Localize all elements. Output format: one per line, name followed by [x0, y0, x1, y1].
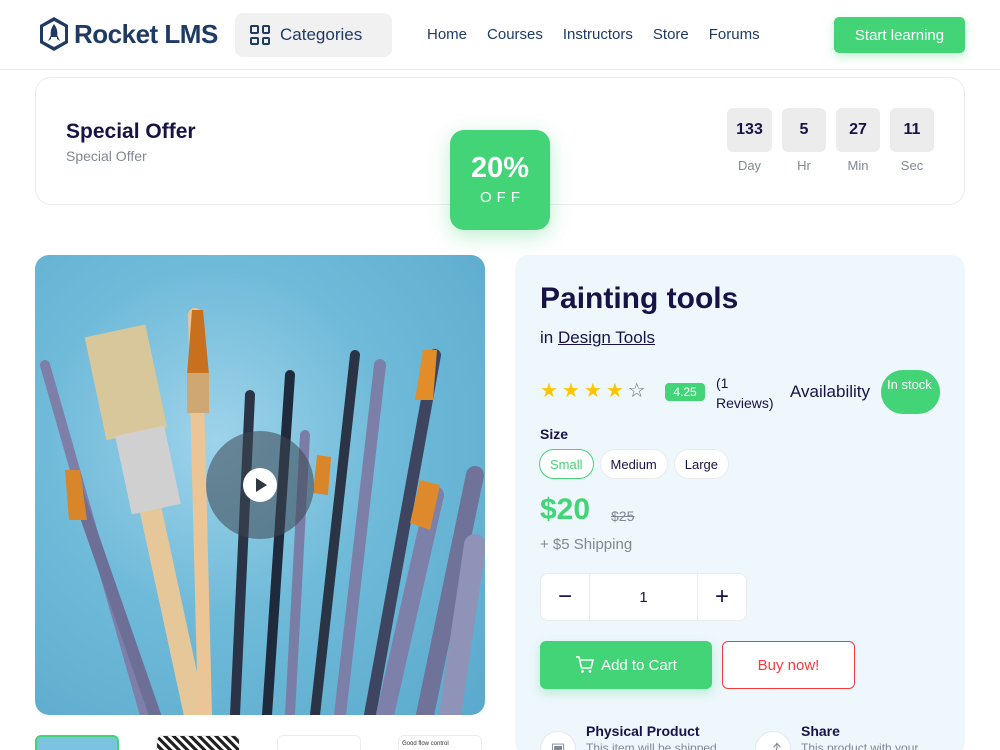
buy-now-button[interactable]: Buy now! — [722, 641, 855, 689]
thumbnail-3[interactable] — [277, 735, 361, 750]
feature-title: Physical Product — [586, 723, 700, 739]
category-link[interactable]: Design Tools — [558, 328, 655, 347]
discount-badge: 20% OFF — [450, 130, 550, 230]
timer-label: Day — [737, 158, 762, 173]
add-to-cart-label: Add to Cart — [601, 656, 677, 674]
categories-button[interactable]: Categories — [235, 13, 392, 57]
timer-second: 11 Sec — [890, 108, 934, 173]
category-prefix: in — [540, 328, 554, 347]
timer-label: Min — [847, 158, 869, 173]
quantity-input[interactable]: 1 — [590, 573, 697, 621]
product-image[interactable] — [35, 255, 485, 715]
rating-stars: ★ ★ ★ ★ ☆ — [540, 381, 646, 401]
decrease-quantity-button[interactable]: − — [540, 573, 590, 621]
thumbnail-4[interactable]: Good flow control — [398, 735, 482, 750]
grid-icon — [250, 25, 270, 45]
box-icon: ▣ — [540, 731, 576, 750]
size-option-large[interactable]: Large — [673, 449, 730, 479]
logo-text: Rocket LMS — [74, 18, 218, 49]
timer-value: 133 — [727, 108, 772, 152]
offer-subtitle: Special Offer — [66, 148, 147, 164]
star-filled-icon: ★ — [605, 380, 624, 402]
nav-courses[interactable]: Courses — [487, 26, 543, 43]
size-options: Small Medium Large — [539, 449, 730, 479]
feature-description: This product with your — [801, 741, 919, 750]
reviews-count[interactable]: (1 Reviews) — [716, 373, 786, 413]
current-price: $20 — [540, 493, 591, 526]
categories-label: Categories — [280, 25, 363, 44]
star-filled-icon: ★ — [540, 380, 558, 402]
add-to-cart-button[interactable]: Add to Cart — [540, 641, 712, 689]
shipping-cost: + $5 Shipping — [540, 536, 633, 553]
top-navbar: Rocket LMS Categories Home Courses Instr… — [0, 0, 1000, 70]
timer-hour: 5 Hr — [782, 108, 826, 173]
product-title: Painting tools — [540, 282, 739, 315]
product-thumbnails: Good flow control — [35, 735, 482, 750]
availability-status-badge: In stock — [881, 370, 940, 414]
logo[interactable]: Rocket LMS — [38, 16, 218, 52]
star-filled-icon: ★ — [561, 380, 580, 402]
share-feature[interactable]: ⤴ Share This product with your — [755, 723, 951, 750]
timer-day: 133 Day — [727, 108, 772, 173]
product-details-panel: Painting tools in Design Tools ★ ★ ★ ★ ☆… — [515, 255, 965, 750]
thumbnail-2[interactable] — [156, 735, 240, 750]
nav-forums[interactable]: Forums — [709, 26, 760, 43]
timer-label: Hr — [797, 158, 811, 173]
discount-suffix: OFF — [480, 189, 525, 206]
timer-label: Sec — [900, 158, 924, 173]
increase-quantity-button[interactable]: + — [697, 573, 747, 621]
rating-value-badge: 4.25 — [665, 383, 705, 401]
timer-value: 11 — [890, 108, 934, 152]
start-learning-button[interactable]: Start learning — [834, 17, 965, 53]
offer-title: Special Offer — [66, 120, 196, 143]
main-nav: Home Courses Instructors Store Forums — [427, 26, 780, 43]
timer-value: 5 — [782, 108, 826, 152]
size-option-medium[interactable]: Medium — [599, 449, 668, 479]
play-video-button[interactable] — [206, 431, 314, 539]
availability-label: Availability — [790, 382, 871, 401]
product-category: in Design Tools — [540, 328, 655, 348]
play-icon — [243, 468, 277, 502]
feature-title: Share — [801, 723, 840, 739]
timer-value: 27 — [836, 108, 880, 152]
cart-icon — [576, 656, 594, 673]
quantity-stepper: − 1 + — [540, 573, 747, 621]
nav-home[interactable]: Home — [427, 26, 467, 43]
share-icon: ⤴ — [755, 731, 791, 750]
original-price: $25 — [611, 508, 635, 524]
discount-percent: 20% — [470, 152, 530, 184]
nav-instructors[interactable]: Instructors — [563, 26, 633, 43]
size-option-small[interactable]: Small — [539, 449, 594, 479]
thumbnail-1[interactable] — [35, 735, 119, 750]
timer-minute: 27 Min — [836, 108, 880, 173]
star-empty-icon: ☆ — [627, 380, 646, 402]
size-label: Size — [540, 426, 569, 442]
thumbnail-4-text: Good flow control — [402, 741, 449, 747]
rocket-logo-icon — [40, 17, 68, 51]
countdown-timer: 133 Day 5 Hr 27 Min 11 Sec — [727, 108, 934, 173]
star-filled-icon: ★ — [583, 380, 602, 402]
feature-description: This item will be shipped — [586, 741, 717, 750]
nav-store[interactable]: Store — [653, 26, 689, 43]
physical-product-feature: ▣ Physical Product This item will be shi… — [540, 723, 746, 750]
